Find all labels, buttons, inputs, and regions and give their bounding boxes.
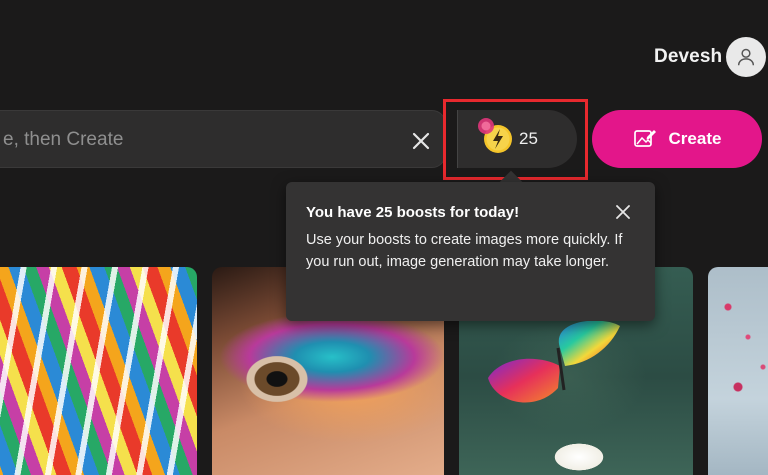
avatar[interactable] (726, 37, 766, 77)
tooltip-title: You have 25 boosts for today! (306, 204, 520, 221)
create-button[interactable]: Create (592, 110, 762, 168)
clear-button[interactable] (408, 128, 434, 154)
image-card[interactable] (0, 267, 197, 475)
close-icon (412, 132, 430, 150)
boosts-tooltip: You have 25 boosts for today! Use your b… (286, 182, 655, 321)
prompt-bar (0, 110, 446, 168)
tooltip-body: Use your boosts to create images more qu… (306, 232, 623, 270)
image-card[interactable] (708, 267, 768, 475)
butterfly-image (488, 320, 620, 403)
tooltip-close-button[interactable] (613, 202, 633, 222)
highlight-box (443, 99, 588, 180)
create-label: Create (668, 129, 722, 148)
page: Devesh 25 Create (0, 0, 768, 475)
close-icon (616, 205, 630, 219)
user-icon (737, 48, 755, 66)
prompt-input[interactable] (3, 125, 383, 155)
image-edit-icon (633, 130, 656, 147)
user-name[interactable]: Devesh (654, 46, 722, 68)
